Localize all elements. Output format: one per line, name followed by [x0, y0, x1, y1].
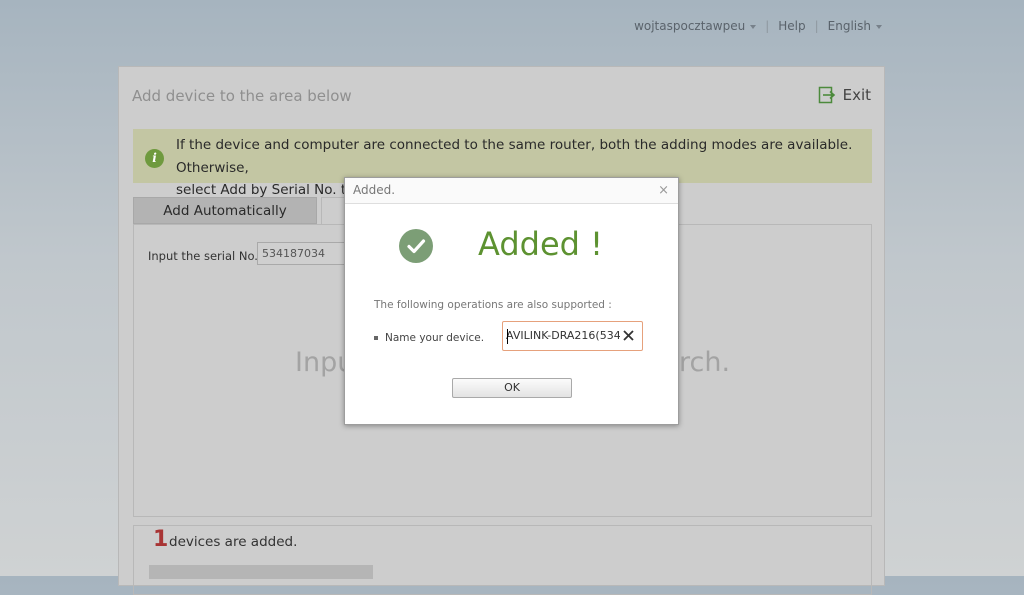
dialog-title: Added. [353, 183, 396, 197]
user-menu[interactable]: wojtaspocztawpeu [634, 19, 757, 33]
success-heading: Added ! [478, 225, 603, 263]
device-name-input[interactable]: AVILINK-DRA216(5341 [502, 321, 643, 351]
tab-add-automatically[interactable]: Add Automatically [133, 197, 317, 224]
username: wojtaspocztawpeu [634, 19, 746, 33]
name-device-label: Name your device. [385, 332, 485, 344]
operations-label: The following operations are also suppor… [374, 299, 612, 311]
help-link[interactable]: Help [778, 19, 805, 33]
nav-divider: | [814, 19, 819, 33]
bullet [374, 336, 378, 340]
language-menu[interactable]: English [828, 19, 882, 33]
close-icon[interactable]: × [658, 183, 669, 198]
device-count-text: devices are added. [169, 534, 298, 550]
page-title: Add device to the area below [132, 87, 352, 105]
ok-button[interactable]: OK [452, 378, 572, 398]
info-icon: i [145, 149, 164, 168]
exit-button[interactable]: Exit [818, 86, 871, 104]
exit-label: Exit [842, 86, 871, 104]
text-cursor [507, 329, 508, 344]
device-list-bar [149, 565, 373, 579]
dialog-header: Added. × [345, 178, 678, 204]
check-icon [399, 229, 433, 263]
nav-divider: | [765, 19, 770, 33]
caret-down-icon [876, 24, 882, 29]
top-nav: wojtaspocztawpeu | Help | English [634, 19, 882, 33]
device-count: 1 [153, 527, 169, 552]
exit-icon [818, 86, 835, 104]
language-label: English [827, 19, 871, 33]
added-dialog: Added. × Added ! The following operation… [344, 177, 679, 425]
search-hint-right: rch. [679, 347, 731, 378]
notice-text-line1: If the device and computer are connected… [176, 137, 853, 176]
notice-banner: i If the device and computer are connect… [133, 129, 872, 198]
clear-icon[interactable] [622, 329, 635, 342]
device-name-value: AVILINK-DRA216(5341 [506, 329, 620, 342]
caret-down-icon [750, 24, 757, 29]
serial-label: Input the serial No. : [148, 249, 266, 263]
